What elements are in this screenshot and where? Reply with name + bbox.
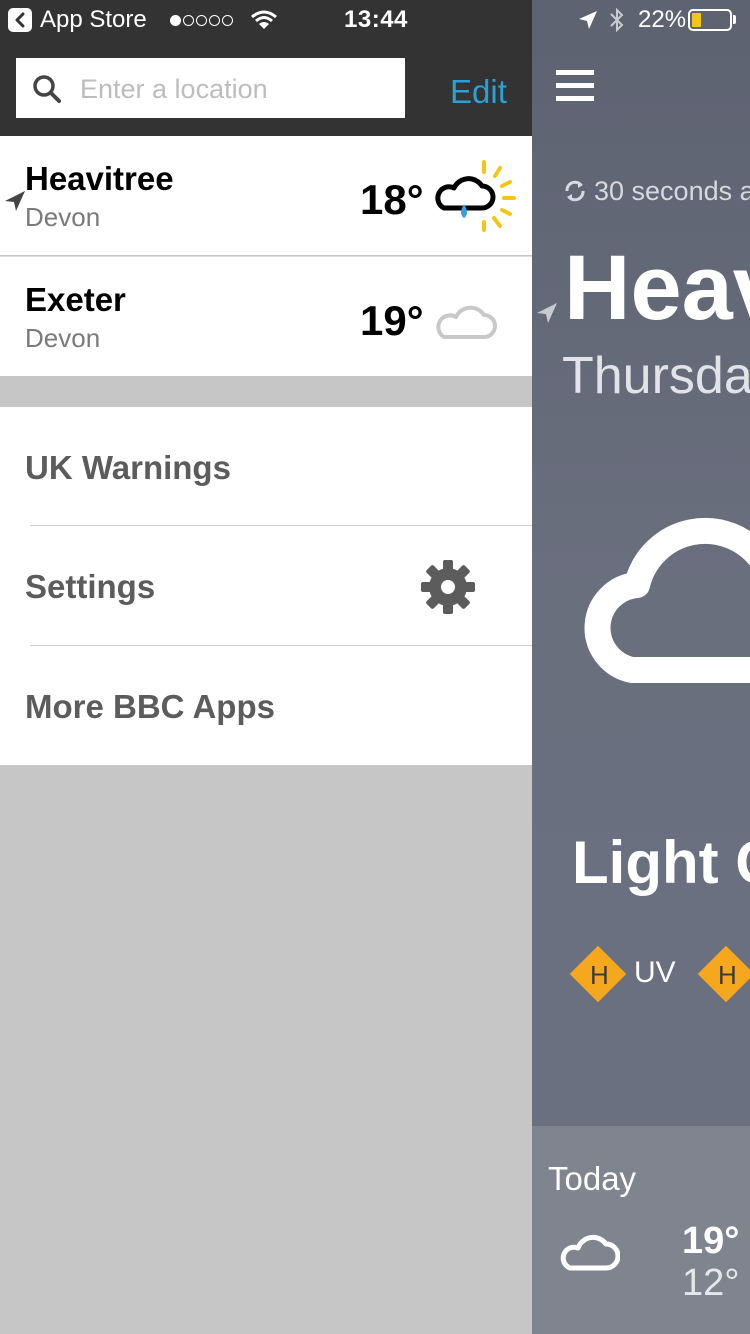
cloud-icon (560, 1234, 620, 1271)
today-label: Today (548, 1160, 637, 1197)
status-bar-left: App Store 13:44 (0, 0, 532, 40)
sun-cloud-rain-icon (435, 160, 516, 232)
last-updated: 30 seconds a (562, 176, 750, 207)
location-temperature: 18° (360, 176, 424, 223)
battery-percent: 22% (638, 6, 687, 33)
location-name: Exeter (25, 281, 126, 318)
battery-icon (688, 9, 732, 31)
last-updated-text: 30 seconds a (594, 176, 750, 206)
search-box[interactable] (16, 58, 405, 118)
menu-item-uk-warnings[interactable]: UK Warnings (0, 407, 532, 526)
bluetooth-icon (610, 7, 624, 33)
menu-item-label: Settings (25, 568, 156, 605)
large-cloud-icon (584, 517, 750, 683)
current-location-icon (5, 191, 25, 211)
menu-icon[interactable] (556, 70, 594, 109)
menu-item-settings[interactable]: Settings (0, 526, 532, 645)
gear-icon (421, 560, 475, 614)
cloud-icon (436, 305, 497, 339)
today-high-temp: 19° (682, 1220, 740, 1262)
location-item-exeter[interactable]: Exeter Devon 19° (0, 257, 532, 376)
status-time: 13:44 (344, 6, 408, 33)
section-separator (0, 376, 532, 407)
drawer-menu: UK Warnings Settings More BBC Apps (0, 407, 532, 765)
location-temperature: 19° (360, 297, 424, 344)
pollution-badge-letter: H (718, 960, 737, 990)
refresh-icon[interactable] (562, 178, 588, 204)
battery-tip (733, 15, 736, 24)
menu-item-more-bbc-apps[interactable]: More BBC Apps (0, 646, 532, 765)
location-search-input[interactable] (78, 68, 392, 110)
today-low-temp: 12° (682, 1262, 740, 1304)
edit-button[interactable]: Edit (450, 73, 507, 111)
current-location-icon (537, 303, 557, 323)
status-bar-right: 22% (532, 0, 750, 40)
uv-label: UV (634, 956, 676, 989)
main-day: Thursda (562, 347, 750, 405)
location-region: Devon (25, 202, 101, 232)
back-icon[interactable] (8, 8, 32, 32)
today-forecast[interactable]: Today 19° 12° (532, 1126, 750, 1334)
weather-description: Light C (572, 829, 750, 896)
location-region: Devon (25, 323, 101, 353)
drawer-header: Edit (0, 40, 532, 136)
menu-item-label: UK Warnings (25, 449, 231, 486)
menu-item-label: More BBC Apps (25, 688, 275, 725)
location-services-icon (579, 11, 597, 29)
weather-main-panel: 30 seconds a Heav Thursda Light C H UV H (532, 40, 750, 1126)
search-icon (33, 75, 61, 103)
location-name: Heavitree (25, 160, 174, 197)
uv-badge-letter: H (590, 960, 609, 990)
wifi-icon (251, 10, 277, 29)
signal-strength-icon (170, 13, 235, 31)
back-to-app-store[interactable]: App Store (40, 6, 147, 34)
main-city-name: Heav (564, 237, 750, 339)
location-item-heavitree[interactable]: Heavitree Devon 18° (0, 136, 532, 255)
